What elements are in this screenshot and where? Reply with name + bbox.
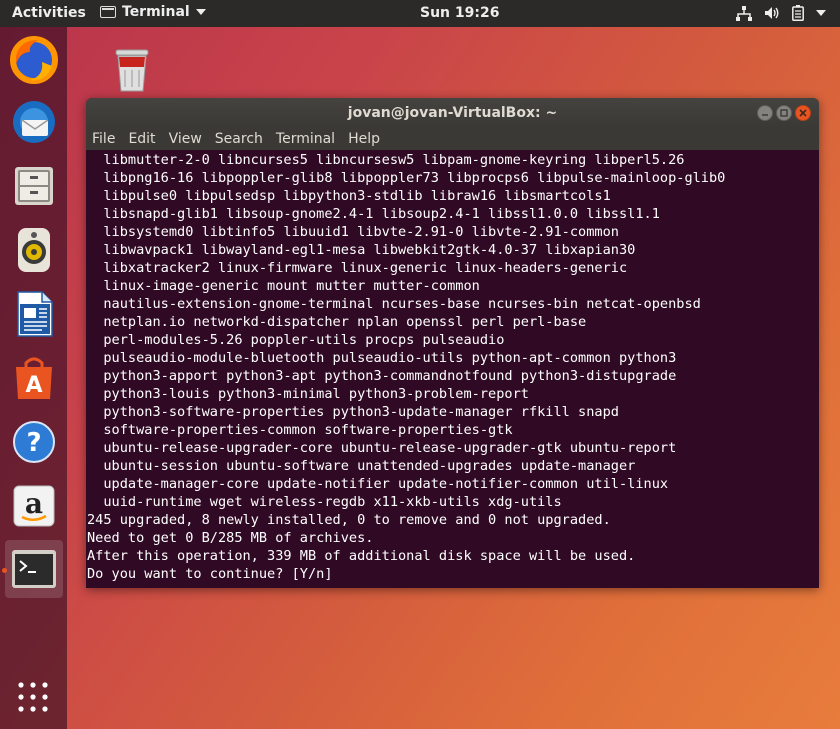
menu-file[interactable]: File [92,131,115,147]
dock-software[interactable]: A [5,349,63,407]
terminal-icon [12,550,56,588]
menu-edit[interactable]: Edit [128,131,155,147]
amazon-icon: a [13,485,55,527]
network-icon [736,5,752,21]
thunderbird-icon [13,101,55,143]
app-menu[interactable]: Terminal [100,4,206,20]
terminal-line: perl-modules-5.26 poppler-utils procps p… [87,332,505,348]
svg-text:?: ? [26,428,41,458]
activities-button[interactable]: Activities [12,5,86,21]
svg-text:a: a [25,487,43,520]
top-bar: Activities Terminal Sun 19:26 [0,0,840,27]
terminal-line: libpulse0 libpulsedsp libpython3-stdlib … [87,188,611,204]
files-icon [15,167,53,205]
window-title: jovan@jovan-VirtualBox: ~ [347,105,558,121]
dock-files[interactable] [5,157,63,215]
terminal-line: libxatracker2 linux-firmware linux-gener… [87,260,628,276]
menu-view[interactable]: View [169,131,202,147]
software-center-icon: A [16,357,52,399]
svg-text:A: A [25,373,42,398]
trash-icon [115,49,149,92]
dock-rhythmbox[interactable] [5,221,63,279]
minimize-icon [762,114,768,116]
show-applications-button[interactable] [17,681,49,713]
terminal-line: python3-software-properties python3-upda… [87,404,619,420]
dock-thunderbird[interactable] [5,93,63,151]
app-grid-icon [18,682,48,712]
terminal-line: libmutter-2-0 libncurses5 libncursesw5 l… [87,152,685,168]
terminal-line: nautilus-extension-gnome-terminal ncurse… [87,296,701,312]
menu-terminal[interactable]: Terminal [276,131,335,147]
minimize-button[interactable] [757,105,773,121]
terminal-line: Do you want to continue? [Y/n] [87,566,333,582]
terminal-line: netplan.io networkd-dispatcher nplan ope… [87,314,587,330]
firefox-icon [10,36,58,84]
terminal-line: ubuntu-release-upgrader-core ubuntu-rele… [87,440,677,456]
terminal-line: libpng16-16 libpoppler-glib8 libpoppler7… [87,170,726,186]
maximize-button[interactable] [776,105,792,121]
terminal-line: update-manager-core update-notifier upda… [87,476,669,492]
dock: A ? a [0,27,67,729]
dock-firefox[interactable] [5,31,63,89]
terminal-line: 245 upgraded, 8 newly installed, 0 to re… [87,512,611,528]
system-tray[interactable] [736,5,826,21]
close-button[interactable] [795,105,811,121]
terminal-line: Need to get 0 B/285 MB of archives. [87,530,374,546]
terminal-small-icon [100,6,116,18]
chevron-down-icon [816,10,826,16]
window-controls [757,105,811,121]
desktop-trash[interactable] [110,45,154,95]
writer-icon [17,291,53,337]
terminal-line: ubuntu-session ubuntu-software unattende… [87,458,636,474]
terminal-line: libsnapd-glib1 libsoup-gnome2.4-1 libsou… [87,206,660,222]
terminal-line: uuid-runtime wget wireless-regdb x11-xkb… [87,494,562,510]
clock[interactable]: Sun 19:26 [420,5,499,21]
rhythmbox-icon [18,228,50,272]
terminal-line: python3-apport python3-apt python3-comma… [87,368,677,384]
dock-terminal[interactable] [5,540,63,598]
dock-writer[interactable] [5,285,63,343]
terminal-line: linux-image-generic mount mutter mutter-… [87,278,480,294]
running-indicator [2,568,7,573]
dock-help[interactable]: ? [5,413,63,471]
maximize-icon [780,109,788,117]
close-icon [799,109,807,117]
terminal-line: libsystemd0 libtinfo5 libuuid1 libvte-2.… [87,224,619,240]
terminal-window[interactable]: jovan@jovan-VirtualBox: ~ File Edit View… [86,98,819,588]
terminal-line: libwavpack1 libwayland-egl1-mesa libwebk… [87,242,636,258]
volume-icon [765,7,779,19]
window-titlebar[interactable]: jovan@jovan-VirtualBox: ~ [86,98,819,128]
help-icon: ? [13,421,55,463]
menu-bar: File Edit View Search Terminal Help [86,128,819,150]
app-menu-label: Terminal [122,4,190,20]
terminal-line: After this operation, 339 MB of addition… [87,548,636,564]
dock-amazon[interactable]: a [5,477,63,535]
terminal-output[interactable]: libmutter-2-0 libncurses5 libncursesw5 l… [86,150,819,583]
terminal-line: python3-louis python3-minimal python3-pr… [87,386,529,402]
menu-help[interactable]: Help [348,131,380,147]
battery-icon [792,5,804,21]
terminal-line: software-properties-common software-prop… [87,422,513,438]
menu-search[interactable]: Search [215,131,263,147]
terminal-line: pulseaudio-module-bluetooth pulseaudio-u… [87,350,677,366]
chevron-down-icon [195,9,206,15]
